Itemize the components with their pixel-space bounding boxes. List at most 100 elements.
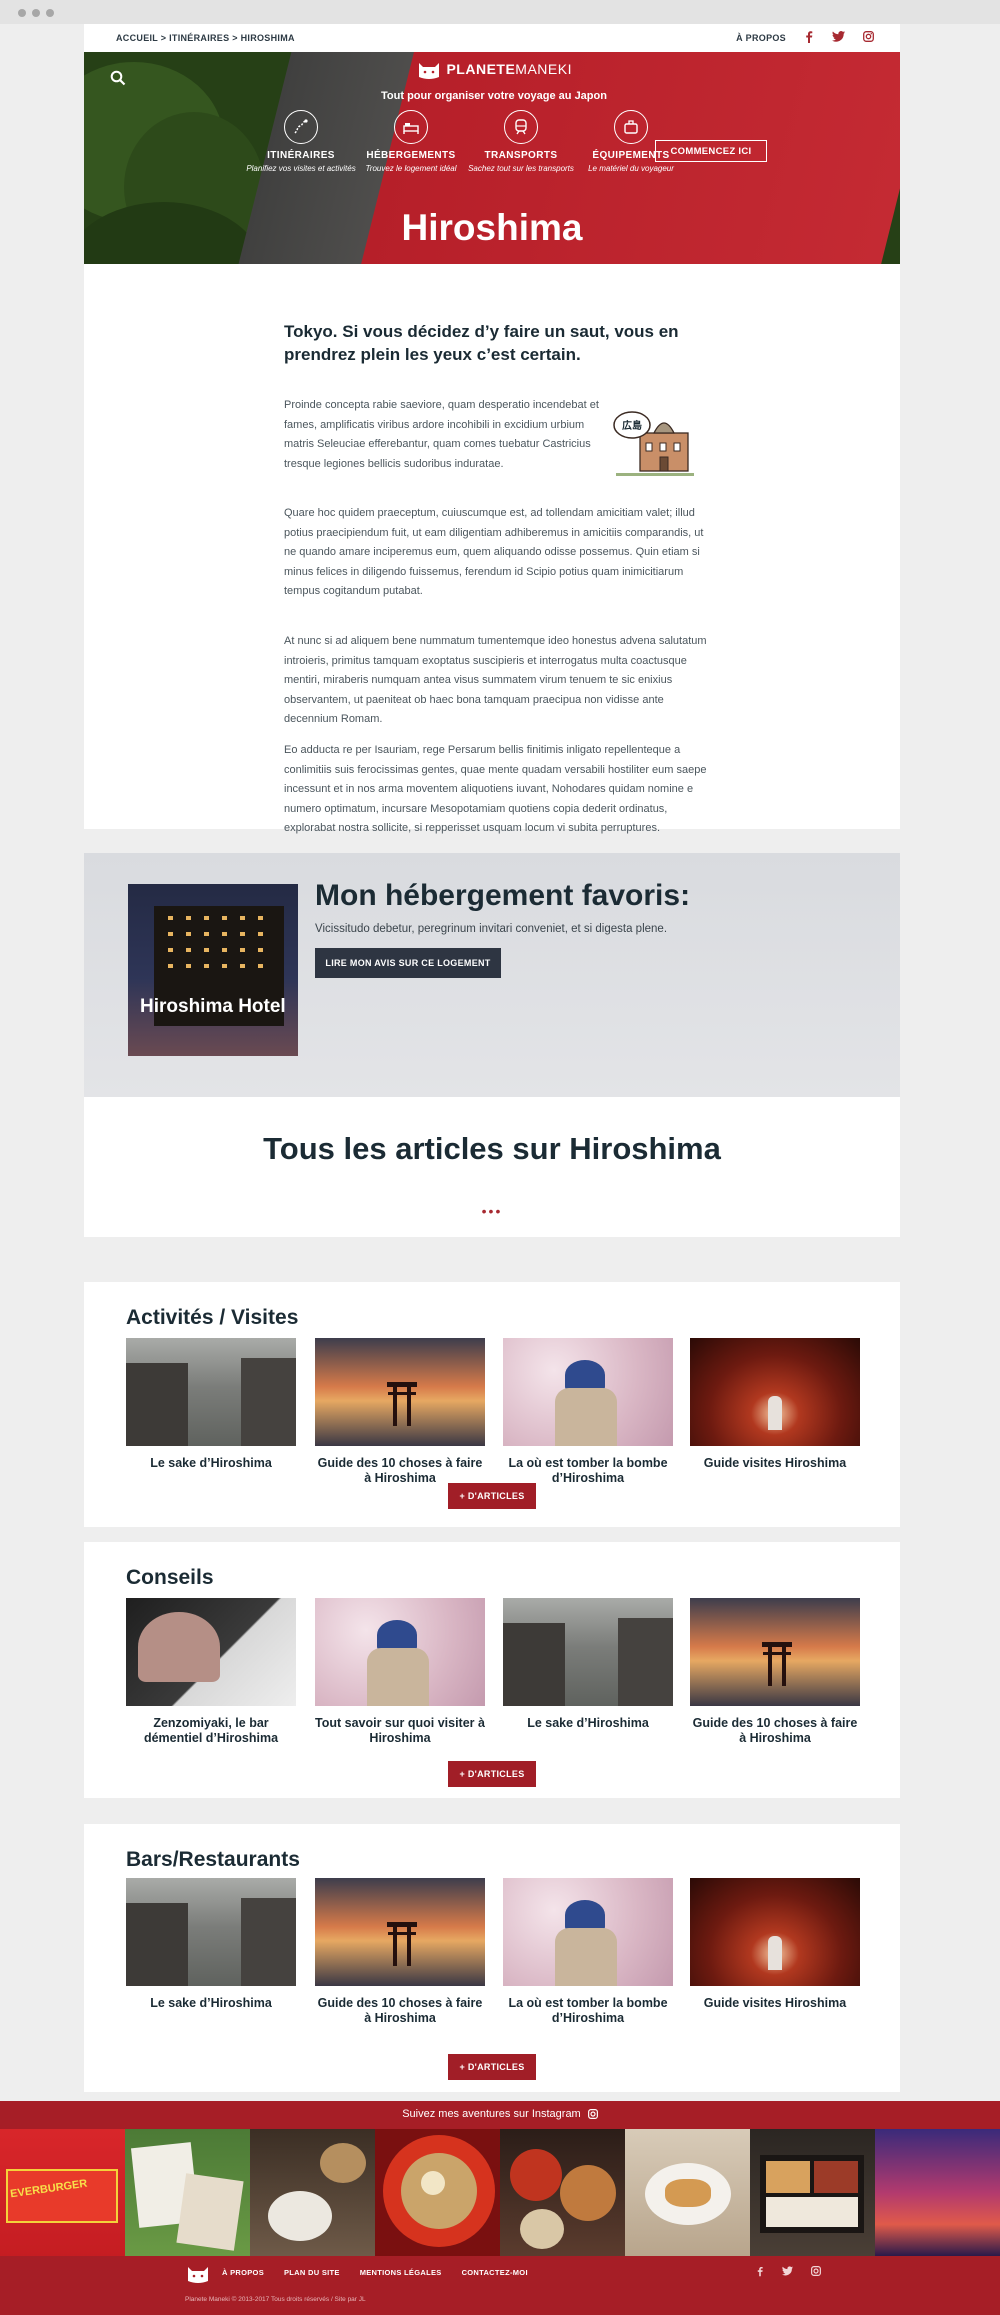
window-close-dot[interactable]	[18, 9, 26, 17]
cat-logo-icon[interactable]	[185, 2264, 211, 2284]
facebook-icon[interactable]	[756, 2266, 764, 2277]
instagram-strip: Suivez mes aventures sur Instagram EVERB…	[0, 2101, 1000, 2256]
article-card[interactable]: La où est tomber la bombe d’Hiroshima	[503, 1878, 673, 2026]
nav-hebergements[interactable]: HÉBERGEMENTS Trouvez le logement idéal	[356, 110, 466, 174]
instagram-photo[interactable]	[750, 2129, 875, 2256]
hotel-photo[interactable]: Hiroshima Hotel	[128, 884, 298, 1056]
article-card[interactable]: Le sake d’Hiroshima	[503, 1598, 673, 1731]
article-thumbnail	[126, 1598, 296, 1706]
article-card[interactable]: Le sake d’Hiroshima	[126, 1878, 296, 2011]
breadcrumb-separator: >	[229, 33, 241, 43]
article-card-title: Le sake d’Hiroshima	[150, 1996, 272, 2010]
window-maximize-dot[interactable]	[46, 9, 54, 17]
article-paragraph: Quare hoc quidem praeceptum, cuiuscumque…	[284, 507, 704, 597]
section-conseils: Conseils Zenzomiyaki, le bar démentiel d…	[84, 1542, 900, 1798]
article-card[interactable]: Guide des 10 choses à faire à Hiroshima	[315, 1338, 485, 1486]
logo-text-main: PLANETE	[446, 61, 516, 78]
article-card[interactable]: Zenzomiyaki, le bar démentiel d’Hiroshim…	[126, 1598, 296, 1746]
page-title: Hiroshima	[401, 207, 583, 248]
hiroshima-dome-illustration: 広島	[613, 411, 694, 476]
article-card-title: Guide des 10 choses à faire à Hiroshima	[692, 1716, 858, 1745]
breadcrumb: ACCUEIL > ITINÉRAIRES > HIROSHIMA	[116, 33, 295, 43]
article-card-title: Le sake d’Hiroshima	[150, 1456, 272, 1470]
article-card[interactable]: Guide visites Hiroshima	[690, 1878, 860, 2011]
section-title: Activités / Visites	[126, 1306, 299, 1329]
bed-icon	[394, 110, 428, 144]
article-thumbnail	[126, 1338, 296, 1446]
section-activites: Activités / Visites Le sake d’Hiroshima …	[84, 1282, 900, 1527]
article-paragraph: Eo adducta re per Isauriam, rege Persaru…	[284, 744, 707, 834]
twitter-icon[interactable]	[832, 31, 845, 45]
article-card[interactable]: Guide des 10 choses à faire à Hiroshima	[315, 1878, 485, 2026]
footer-link-legal[interactable]: MENTIONS LÉGALES	[360, 2268, 442, 2277]
nav-itineraires[interactable]: ITINÉRAIRES Planifiez vos visites et act…	[246, 110, 356, 174]
suitcase-icon	[614, 110, 648, 144]
article-card[interactable]: Le sake d’Hiroshima	[126, 1338, 296, 1471]
footer-link-about[interactable]: À PROPOS	[222, 2268, 264, 2277]
article-card[interactable]: La où est tomber la bombe d’Hiroshima	[503, 1338, 673, 1486]
instagram-label[interactable]: Suivez mes aventures sur Instagram	[0, 2108, 1000, 2120]
accommodation-description: Vicissitudo debetur, peregrinum invitari…	[315, 923, 668, 935]
read-review-button[interactable]: LIRE MON AVIS SUR CE LOGEMENT	[315, 948, 501, 978]
breadcrumb-itineraires[interactable]: ITINÉRAIRES	[169, 33, 229, 43]
article-thumbnail	[315, 1878, 485, 1986]
nav-sublabel: Planifiez vos visites et activités	[246, 164, 356, 173]
cat-logo-icon	[419, 63, 439, 79]
nav-label: ITINÉRAIRES	[267, 150, 335, 161]
nav-transports[interactable]: TRANSPORTS Sachez tout sur les transport…	[466, 110, 576, 174]
top-bar: ACCUEIL > ITINÉRAIRES > HIROSHIMA À PROP…	[84, 24, 900, 52]
hotel-photo-caption: Hiroshima Hotel	[140, 996, 286, 1017]
instagram-photo[interactable]	[125, 2129, 250, 2256]
article-thumbnail	[690, 1878, 860, 1986]
footer-link-sitemap[interactable]: PLAN DU SITE	[284, 2268, 340, 2277]
instagram-photo[interactable]	[250, 2129, 375, 2256]
article-card[interactable]: Guide visites Hiroshima	[690, 1338, 860, 1471]
start-here-button[interactable]: COMMENCEZ ICI	[655, 140, 767, 162]
search-icon[interactable]	[110, 70, 126, 86]
footer-link-contact[interactable]: CONTACTEZ-MOI	[462, 2268, 528, 2277]
more-articles-button[interactable]: + D'ARTICLES	[448, 1761, 536, 1787]
instagram-icon[interactable]	[811, 2266, 821, 2276]
article-thumbnail	[503, 1598, 673, 1706]
instagram-photo[interactable]	[625, 2129, 750, 2256]
nav-label: TRANSPORTS	[484, 150, 558, 161]
instagram-photo[interactable]	[500, 2129, 625, 2256]
article-paragraph: At nunc si ad aliquem bene nummatum tume…	[284, 635, 707, 725]
more-articles-button[interactable]: + D'ARTICLES	[448, 2054, 536, 2080]
instagram-photo[interactable]: EVERBURGER	[0, 2129, 125, 2256]
instagram-photo[interactable]	[375, 2129, 500, 2256]
train-icon	[504, 110, 538, 144]
accommodation-title: Mon hébergement favoris:	[315, 879, 691, 912]
twitter-icon[interactable]	[782, 2266, 793, 2276]
illustration-sign-text: 広島	[622, 419, 642, 432]
breadcrumb-separator: >	[157, 33, 170, 43]
site-footer: À PROPOS PLAN DU SITE MENTIONS LÉGALES C…	[0, 2256, 1000, 2315]
articles-header: Tous les articles sur Hiroshima •••	[84, 1097, 900, 1237]
window-minimize-dot[interactable]	[32, 9, 40, 17]
article-card-title: Guide des 10 choses à faire à Hiroshima	[317, 1456, 483, 1485]
article-paragraph: Proinde concepta rabie saeviore, quam de…	[284, 399, 599, 470]
breadcrumb-home[interactable]: ACCUEIL	[116, 33, 158, 43]
decorative-dots: •••	[481, 1203, 503, 1219]
article-card-title: La où est tomber la bombe d’Hiroshima	[508, 1996, 668, 2025]
article-thumbnail	[315, 1598, 485, 1706]
article-thumbnail	[690, 1598, 860, 1706]
article-thumbnail	[315, 1338, 485, 1446]
articles-title: Tous les articles sur Hiroshima	[263, 1131, 721, 1166]
article-card[interactable]: Guide des 10 choses à faire à Hiroshima	[690, 1598, 860, 1746]
site-tagline: Tout pour organiser votre voyage au Japo…	[381, 90, 607, 102]
article-body: Tokyo. Si vous décidez d’y faire un saut…	[84, 264, 900, 834]
facebook-icon[interactable]	[804, 30, 814, 46]
instagram-photo[interactable]	[875, 2129, 1000, 2256]
site-logo[interactable]: PLANETEMANEKI	[414, 60, 574, 80]
instagram-icon	[587, 2109, 598, 2120]
article-thumbnail	[503, 1338, 673, 1446]
article-card-title: Zenzomiyaki, le bar démentiel d’Hiroshim…	[143, 1716, 279, 1745]
article-card[interactable]: Tout savoir sur quoi visiter à Hiroshima	[315, 1598, 485, 1746]
instagram-icon[interactable]	[863, 31, 874, 45]
section-title: Bars/Restaurants	[126, 1848, 300, 1871]
more-articles-button[interactable]: + D'ARTICLES	[448, 1483, 536, 1509]
about-link[interactable]: À PROPOS	[736, 33, 786, 43]
nav-sublabel: Sachez tout sur les transports	[468, 164, 574, 173]
article-thumbnail	[503, 1878, 673, 1986]
